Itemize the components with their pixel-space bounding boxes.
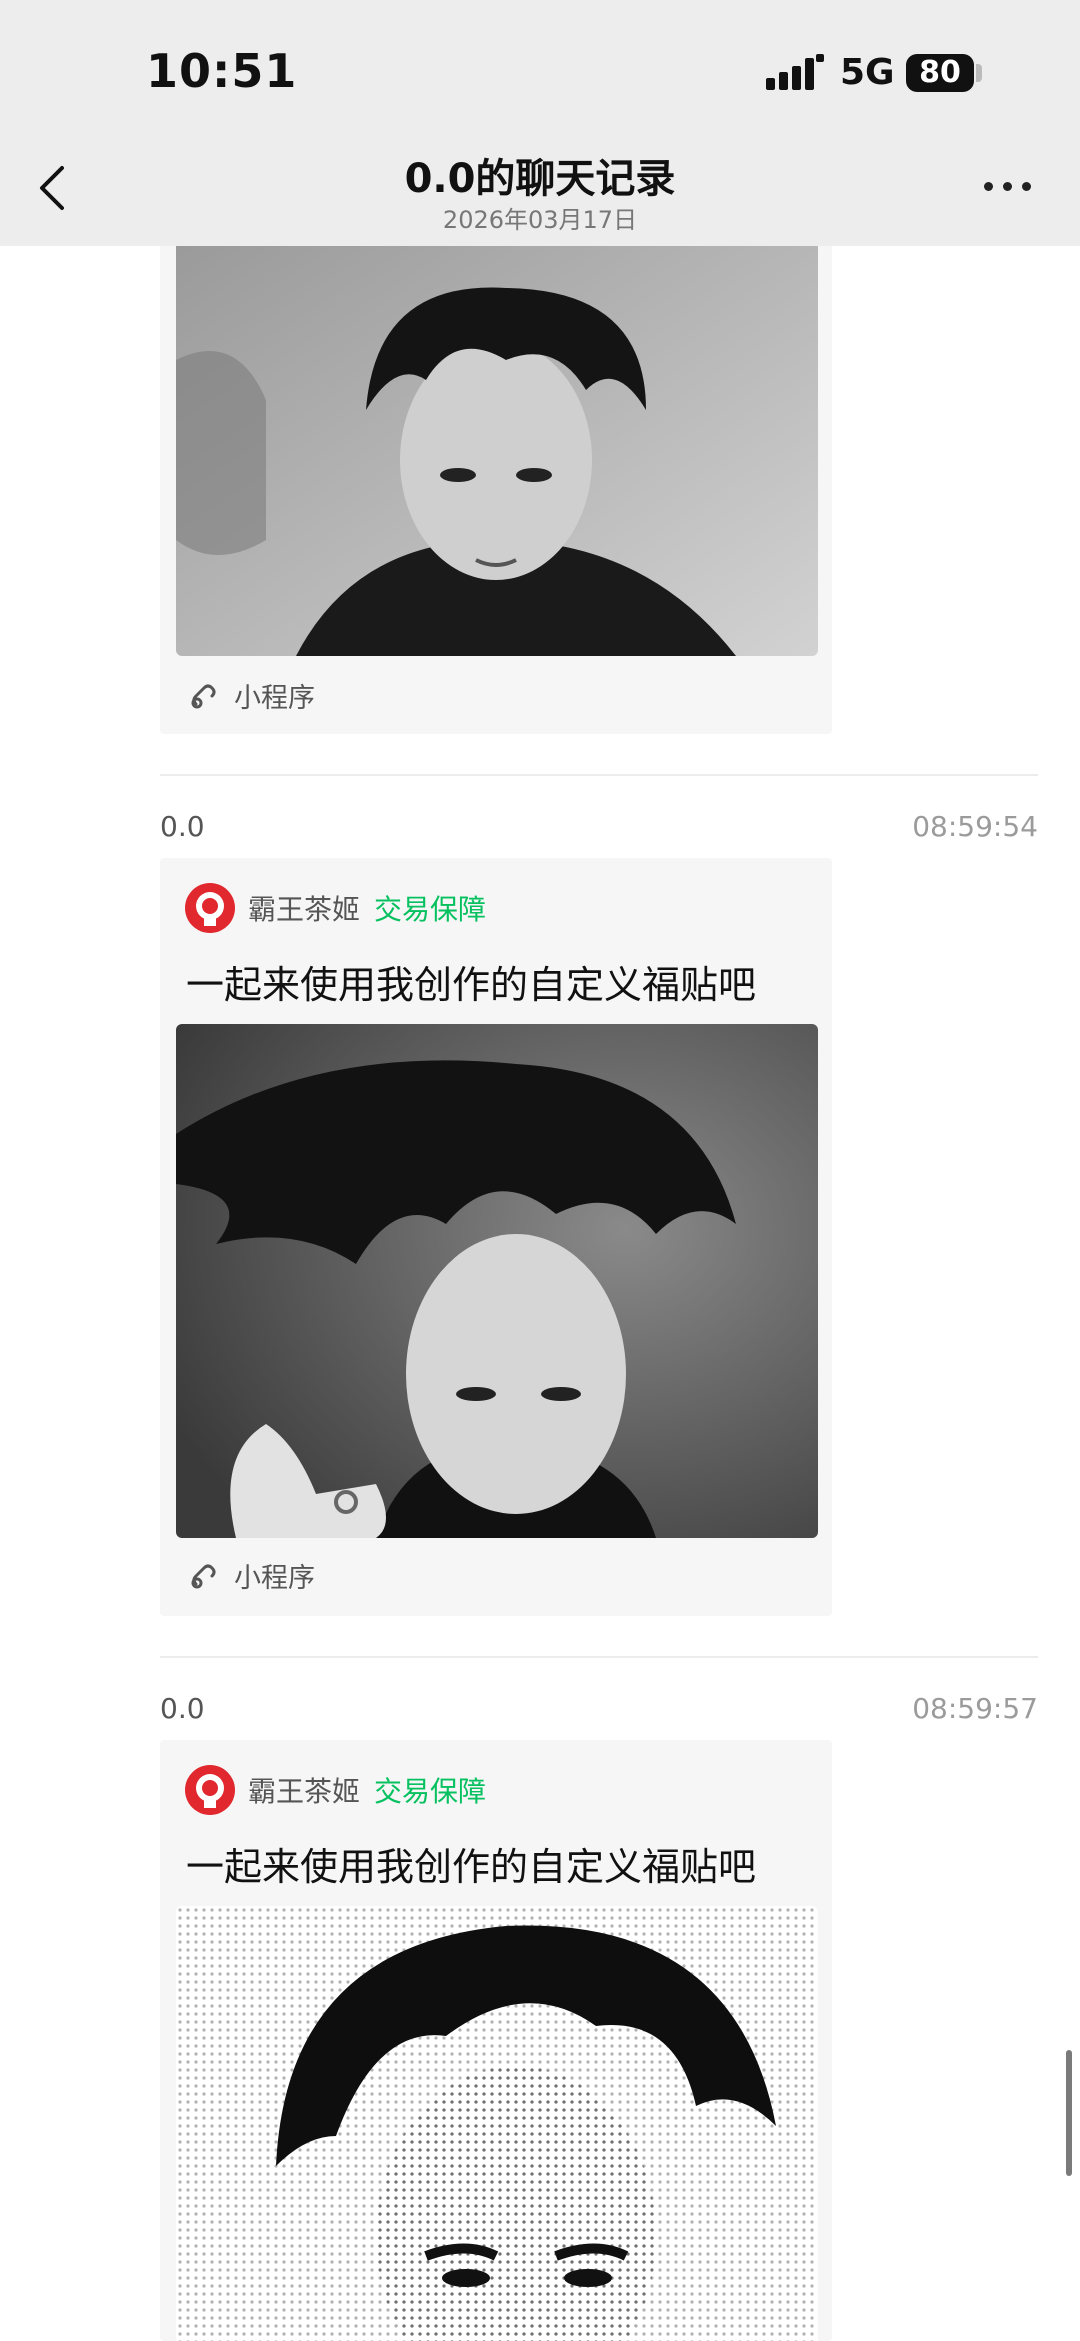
brand-logo-icon — [185, 1765, 235, 1815]
signal-icon — [766, 54, 824, 90]
message-sender: 0.0 — [160, 1692, 205, 1725]
page-title: 0.0的聊天记录 — [404, 156, 676, 202]
battery-tip — [976, 64, 982, 82]
shop-name: 霸王茶姬 — [248, 893, 361, 926]
message-sender: 0.0 — [160, 810, 205, 843]
card-photo — [176, 1024, 818, 1538]
scrollbar[interactable] — [1066, 2050, 1072, 2176]
message-divider — [160, 1656, 1038, 1658]
trade-guarantee-badge: 交易保障 — [374, 1775, 487, 1808]
mini-program-card[interactable]: 霸王茶姬 交易保障 一起来使用我创作的自定义福贴吧 — [160, 1740, 832, 2341]
card-photo — [176, 1906, 818, 2341]
battery-indicator: 80 — [906, 54, 974, 92]
mini-program-icon — [191, 684, 216, 709]
message-time: 08:59:57 — [912, 1692, 1038, 1725]
card-photo — [176, 240, 818, 656]
network-type: 5G — [840, 52, 895, 93]
mini-program-icon — [191, 1564, 216, 1589]
page-date: 2026年03月17日 — [442, 206, 638, 234]
mini-program-label: 小程序 — [234, 1563, 315, 1594]
brand-logo-icon — [185, 883, 235, 933]
mini-program-label: 小程序 — [234, 683, 315, 714]
trade-guarantee-badge: 交易保障 — [374, 893, 487, 926]
message-time: 08:59:54 — [912, 810, 1038, 843]
card-title: 一起来使用我创作的自定义福贴吧 — [186, 963, 757, 1007]
status-time: 10:51 — [146, 44, 298, 98]
mini-program-card[interactable]: 小程序 — [160, 240, 832, 734]
mini-program-card[interactable]: 霸王茶姬 交易保障 一起来使用我创作的自定义福贴吧 小程序 — [160, 858, 832, 1616]
message-divider — [160, 774, 1038, 776]
card-title: 一起来使用我创作的自定义福贴吧 — [186, 1845, 757, 1889]
nav-header: 10:51 5G 80 0.0的聊天记录 2026年03月17日 — [0, 0, 1080, 246]
more-options-icon[interactable] — [980, 178, 1036, 194]
shop-name: 霸王茶姬 — [248, 1775, 361, 1808]
